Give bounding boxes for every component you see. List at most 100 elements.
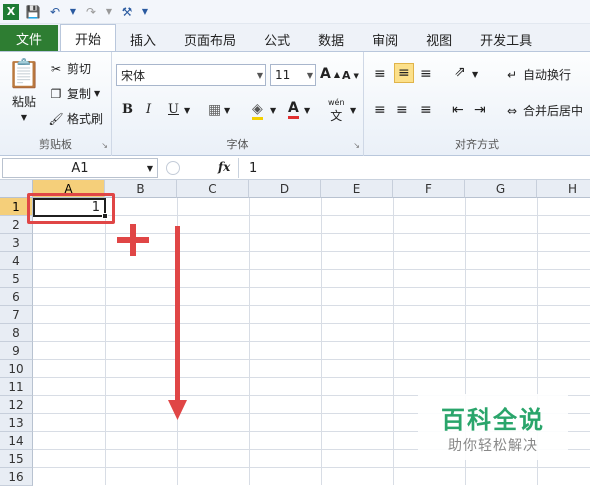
font-size-value: 11 <box>275 68 291 82</box>
tab-view[interactable]: 视图 <box>412 27 466 51</box>
font-group-label: 字体 <box>226 138 249 151</box>
shrink-font-button[interactable]: A ▼ <box>342 69 359 82</box>
paste-button[interactable]: 📋 粘贴 ▼ <box>6 58 42 123</box>
formula-input[interactable]: 1 <box>238 158 588 178</box>
column-header[interactable]: D <box>249 180 321 198</box>
paste-label: 粘贴 <box>11 95 36 109</box>
font-color-dropdown-icon[interactable]: ▼ <box>304 106 310 115</box>
redo-dropdown-icon[interactable]: ▼ <box>105 4 113 20</box>
cut-button[interactable]: ✂ 剪切 <box>48 60 91 77</box>
column-header[interactable]: F <box>393 180 465 198</box>
tools-icon[interactable]: ⚒ <box>119 4 135 20</box>
copy-button[interactable]: ❐ 复制 ▼ <box>48 85 101 102</box>
bold-button[interactable]: B <box>122 102 133 117</box>
row-header[interactable]: 10 <box>0 360 33 378</box>
column-header[interactable]: G <box>465 180 537 198</box>
font-group: 宋体 ▼ 11 ▼ A ▲ A ▼ B I U ▼ ▦ ▼ ◈ ▼ A ▼ wén … <box>112 52 364 156</box>
row-header[interactable]: 12 <box>0 396 33 414</box>
borders-dropdown-icon[interactable]: ▼ <box>224 106 230 115</box>
font-dialog-launcher-icon[interactable]: ↘ <box>353 141 360 150</box>
align-right-icon[interactable]: ≡ <box>420 102 432 118</box>
row-header[interactable]: 15 <box>0 450 33 468</box>
watermark-subtitle: 助你轻松解决 <box>448 437 538 454</box>
name-box[interactable]: A1 ▼ <box>2 158 158 178</box>
formula-bar-splitter[interactable] <box>166 161 180 175</box>
arrow-down-icon <box>168 226 187 420</box>
row-header[interactable]: 8 <box>0 324 33 342</box>
annotation-highlight-box <box>27 193 115 224</box>
fx-icon[interactable]: fx <box>218 160 230 174</box>
redo-icon[interactable]: ↷ <box>83 4 99 20</box>
tab-review[interactable]: 审阅 <box>358 27 412 51</box>
column-header[interactable]: B <box>105 180 177 198</box>
align-center-icon[interactable]: ≡ <box>396 102 408 118</box>
chevron-down-icon: ▼ <box>256 70 263 80</box>
merge-center-label: 合并后居中 <box>523 104 584 118</box>
align-bottom-icon[interactable]: ≡ <box>420 66 432 82</box>
row-header[interactable]: 13 <box>0 414 33 432</box>
grow-font-button[interactable]: A ▲ <box>320 66 340 82</box>
row-header[interactable]: 14 <box>0 432 33 450</box>
phonetic-guide-icon[interactable]: wén 文 <box>328 98 345 122</box>
wrap-text-label: 自动换行 <box>523 68 572 82</box>
align-middle-icon[interactable]: ≡ <box>394 63 414 83</box>
underline-button[interactable]: U <box>168 102 179 117</box>
row-header[interactable]: 3 <box>0 234 33 252</box>
row-header[interactable]: 4 <box>0 252 33 270</box>
clipboard-dialog-launcher-icon[interactable]: ↘ <box>101 141 108 150</box>
tab-developer[interactable]: 开发工具 <box>466 27 546 51</box>
merge-center-button[interactable]: ⇔ 合并后居中 <box>504 102 583 119</box>
formula-value: 1 <box>249 160 258 176</box>
format-painter-button[interactable]: 🖌 格式刷 <box>48 110 103 127</box>
cut-label: 剪切 <box>67 62 92 76</box>
tab-formulas[interactable]: 公式 <box>250 27 304 51</box>
borders-icon[interactable]: ▦ <box>208 102 221 118</box>
undo-dropdown-icon[interactable]: ▼ <box>69 4 77 20</box>
copy-label: 复制 <box>67 87 92 101</box>
ribbon-tabs: 文件 开始 插入 页面布局 公式 数据 审阅 视图 开发工具 <box>0 24 590 52</box>
font-name-value: 宋体 <box>121 68 146 83</box>
font-color-icon[interactable]: A <box>288 100 299 119</box>
phonetic-dropdown-icon[interactable]: ▼ <box>350 106 356 115</box>
ribbon: 📋 粘贴 ▼ ✂ 剪切 ❐ 复制 ▼ 🖌 格式刷 剪贴板 ↘ 宋体 ▼ 11 ▼… <box>0 52 590 156</box>
save-icon[interactable]: 💾 <box>25 4 41 20</box>
worksheet-grid[interactable]: A B C D E F G H 1 2 3 4 5 6 7 8 9 10 11 … <box>0 180 590 486</box>
wrap-text-button[interactable]: ↵ 自动换行 <box>504 66 571 83</box>
tab-page-layout[interactable]: 页面布局 <box>170 27 250 51</box>
tab-home[interactable]: 开始 <box>60 24 117 51</box>
tab-data[interactable]: 数据 <box>304 27 358 51</box>
tab-insert[interactable]: 插入 <box>116 27 170 51</box>
row-header[interactable]: 16 <box>0 468 33 486</box>
undo-icon[interactable]: ↶ <box>47 4 63 20</box>
fill-color-dropdown-icon[interactable]: ▼ <box>270 106 276 115</box>
customize-toolbar-icon[interactable]: ▼ <box>141 4 149 20</box>
alignment-group-label: 对齐方式 <box>455 138 499 151</box>
font-size-combo[interactable]: 11 ▼ <box>270 64 316 86</box>
name-box-value: A1 <box>71 160 89 176</box>
copy-dropdown-icon: ▼ <box>94 89 101 98</box>
excel-app-icon[interactable]: X <box>3 3 19 20</box>
align-left-icon[interactable]: ≡ <box>374 102 386 118</box>
align-top-icon[interactable]: ≡ <box>374 66 386 82</box>
row-header[interactable]: 5 <box>0 270 33 288</box>
orientation-dropdown-icon[interactable]: ▼ <box>472 70 478 79</box>
row-header[interactable]: 11 <box>0 378 33 396</box>
underline-dropdown-icon[interactable]: ▼ <box>184 106 190 115</box>
clipboard-group: 📋 粘贴 ▼ ✂ 剪切 ❐ 复制 ▼ 🖌 格式刷 剪贴板 ↘ <box>0 52 112 156</box>
italic-button[interactable]: I <box>146 102 151 117</box>
decrease-indent-icon[interactable]: ⇤ <box>452 102 464 118</box>
row-header[interactable]: 7 <box>0 306 33 324</box>
column-header[interactable]: E <box>321 180 393 198</box>
row-header[interactable]: 6 <box>0 288 33 306</box>
fill-color-icon[interactable]: ◈ <box>252 101 263 120</box>
column-header[interactable]: H <box>537 180 590 198</box>
increase-indent-icon[interactable]: ⇥ <box>474 102 486 118</box>
format-painter-label: 格式刷 <box>67 112 104 126</box>
tab-file[interactable]: 文件 <box>0 25 59 51</box>
column-header[interactable]: C <box>177 180 249 198</box>
brush-icon: 🖌 <box>48 111 64 126</box>
orientation-icon[interactable]: ⇗ <box>454 64 466 80</box>
row-header[interactable]: 9 <box>0 342 33 360</box>
copy-icon: ❐ <box>50 86 62 101</box>
font-name-combo[interactable]: 宋体 ▼ <box>116 64 266 86</box>
